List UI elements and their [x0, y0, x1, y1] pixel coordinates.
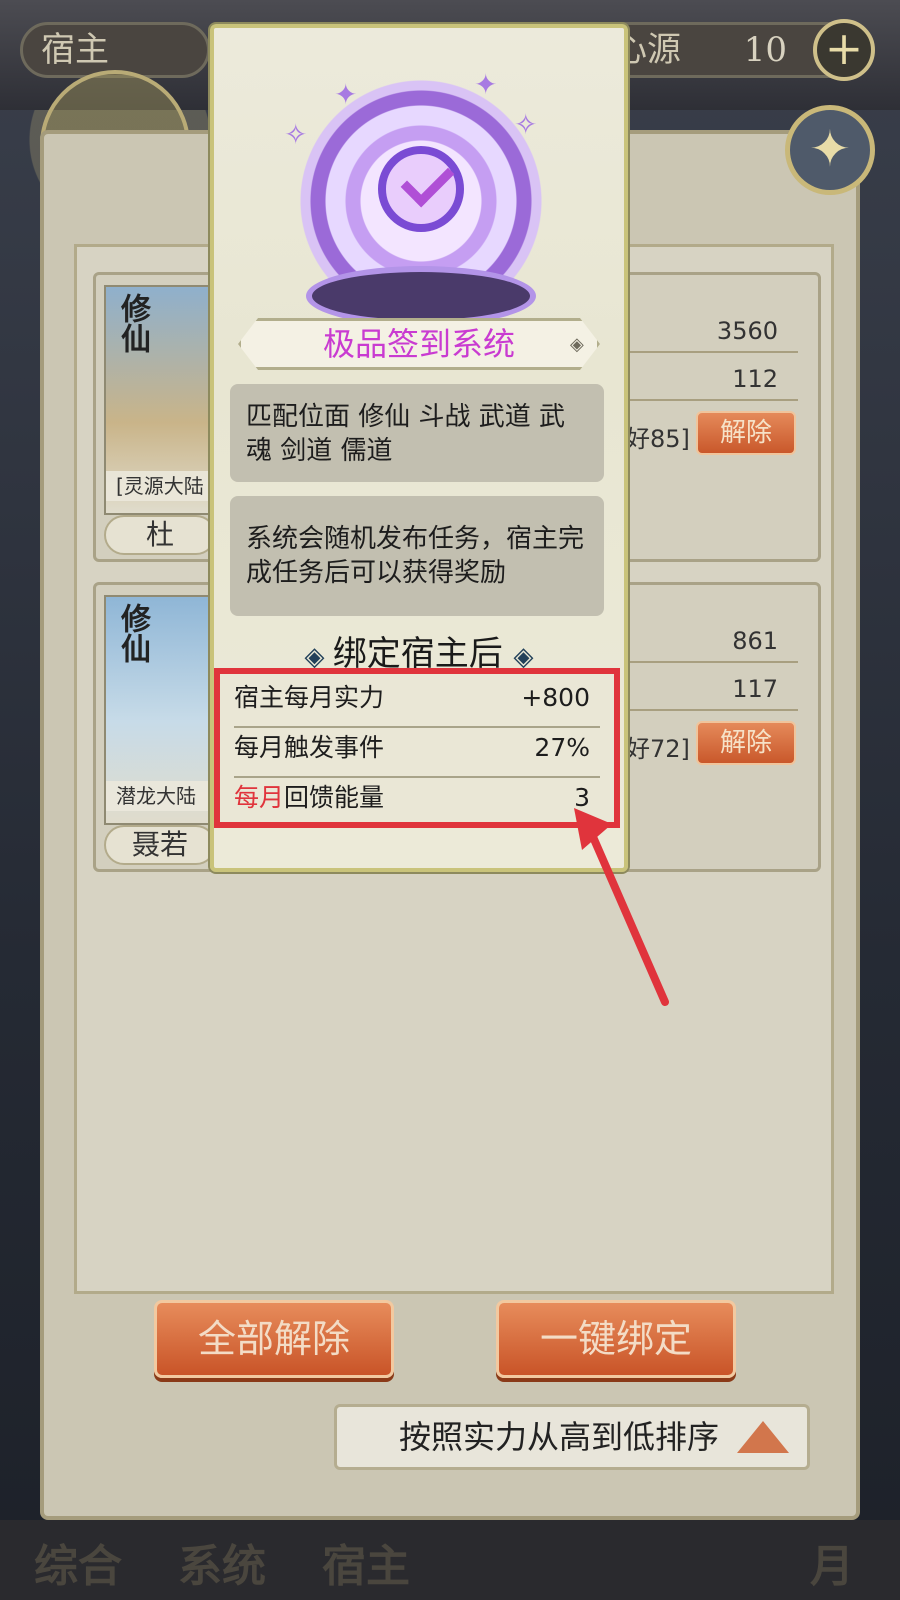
host-stat: 112 — [732, 365, 778, 393]
checkmark-icon — [378, 146, 464, 232]
sort-arrow-icon — [737, 1421, 789, 1453]
emblem-base — [306, 266, 536, 326]
annotation-arrow-icon — [574, 808, 669, 1006]
bonus-row: 每月回馈能量 3 — [234, 778, 600, 828]
system-detail-modal: ✦ ✦ ✧ ✧ ◈ 极品签到系统 ◈ 匹配位面 修仙 斗战 武道 武魂 剑道 儒… — [210, 24, 628, 872]
bonus-label: 每月触发事件 — [234, 733, 385, 762]
host-name: 聂若 — [104, 825, 216, 865]
bonus-label: 宿主每月实力 — [234, 683, 385, 712]
add-currency-button[interactable]: + — [813, 19, 875, 81]
bonus-row: 宿主每月实力 +800 — [234, 678, 600, 728]
sparkle-icon: ✦ — [474, 68, 498, 101]
host-name: 杜 — [104, 515, 216, 555]
release-all-button[interactable]: 全部解除 — [154, 1300, 394, 1378]
stat-divider — [618, 351, 798, 353]
host-stat: 117 — [732, 675, 778, 703]
nav-tab-month[interactable]: 月 — [810, 1530, 854, 1594]
bonus-value: 27% — [534, 733, 590, 762]
category-tag: 修仙 — [115, 293, 150, 353]
modal-title: 极品签到系统 — [238, 318, 600, 370]
diamond-ornament-icon: ◈ — [570, 334, 584, 355]
sparkle-icon: ✧ — [514, 108, 538, 141]
system-emblem-icon — [296, 76, 546, 326]
nav-tab-system[interactable]: 系统 — [178, 1530, 266, 1594]
bind-all-button[interactable]: 一键绑定 — [496, 1300, 736, 1378]
host-power: 3560 — [716, 317, 778, 345]
bonus-row: 每月触发事件 27% — [234, 728, 600, 778]
system-description: 系统会随机发布任务，宿主完成任务后可以获得奖励 — [230, 496, 604, 616]
host-world: [灵源大陆 — [106, 471, 216, 501]
match-planes-text: 匹配位面 修仙 斗战 武道 武魂 剑道 儒道 — [230, 384, 604, 482]
sort-button[interactable]: 按照实力从高到低排序 — [334, 1404, 810, 1470]
sparkle-icon: ✦ — [334, 78, 358, 111]
host-power: 861 — [732, 627, 778, 655]
currency-count: 10 — [743, 30, 787, 70]
sparkle-icon: ✧ — [284, 118, 308, 151]
sort-label: 按照实力从高到低排序 — [399, 1418, 720, 1456]
bottom-nav: 综合 系统 宿主 月 — [0, 1520, 900, 1600]
host-favor: 好72] — [626, 735, 690, 763]
stat-divider — [618, 399, 798, 401]
nav-tab-host[interactable]: 宿主 — [322, 1530, 410, 1594]
stat-divider — [618, 709, 798, 711]
bonus-label: 回馈能量 — [284, 783, 385, 812]
category-tag: 修仙 — [115, 603, 150, 663]
host-world: 潜龙大陆 — [106, 781, 216, 811]
host-favor: 好85] — [626, 425, 690, 453]
release-button[interactable]: 解除 — [696, 411, 796, 455]
stat-divider — [618, 661, 798, 663]
release-button[interactable]: 解除 — [696, 721, 796, 765]
bonus-value: +800 — [521, 683, 590, 712]
bonus-label-highlight: 每月 — [234, 783, 285, 812]
nav-tab-general[interactable]: 综合 — [34, 1530, 122, 1594]
compass-icon[interactable]: ✦ — [785, 105, 875, 195]
